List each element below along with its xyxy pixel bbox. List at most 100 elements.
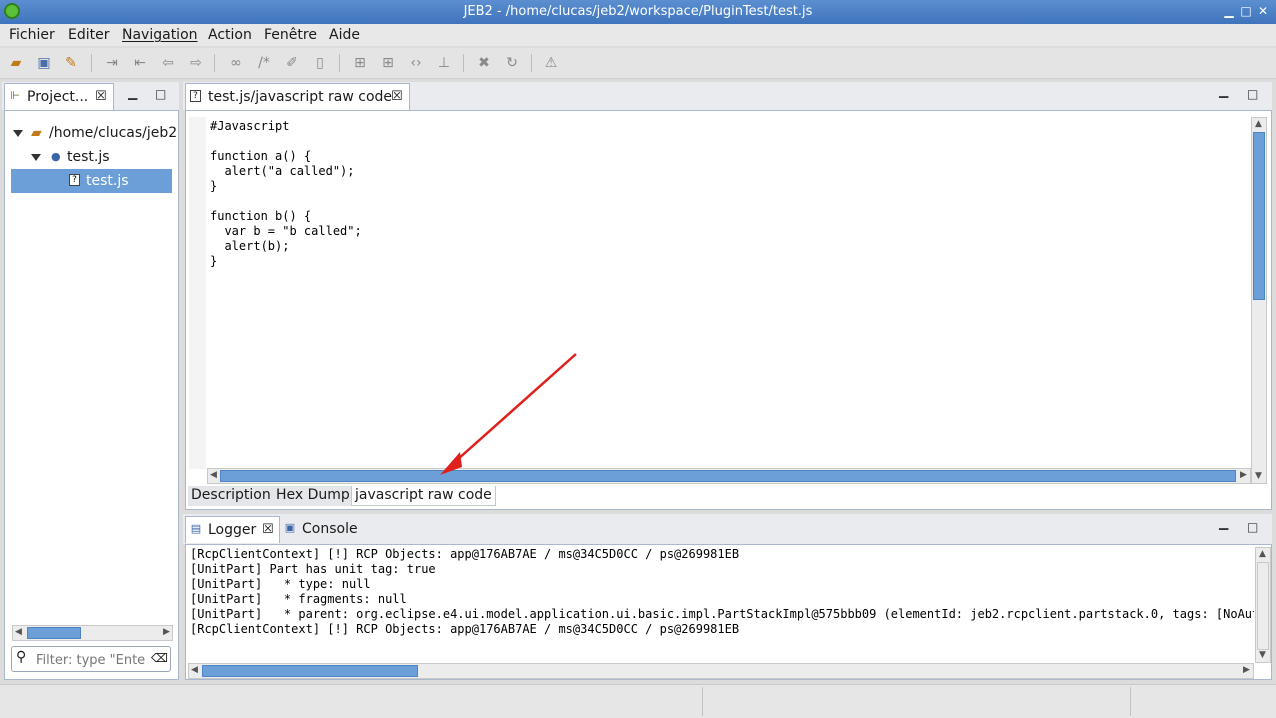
- expand-arrow-icon[interactable]: [31, 154, 41, 161]
- tab-description[interactable]: Description: [188, 486, 275, 506]
- tab-console[interactable]: ▣ Console: [280, 516, 360, 543]
- tab-javascript-raw-code[interactable]: javascript raw code: [351, 486, 496, 506]
- rename-icon[interactable]: ✐: [283, 54, 301, 72]
- delete-icon[interactable]: ✖: [475, 54, 493, 72]
- tree-icon[interactable]: ⊥: [435, 54, 453, 72]
- comment-icon[interactable]: /*: [255, 54, 273, 72]
- grid-icon[interactable]: ⊞: [351, 54, 369, 72]
- scroll-up-icon[interactable]: ▲: [1255, 119, 1262, 129]
- menu-navigation[interactable]: Navigation: [122, 27, 198, 43]
- status-divider: [702, 687, 703, 716]
- clear-filter-icon[interactable]: ⌫: [151, 651, 168, 665]
- close-tab-icon[interactable]: ☒: [391, 84, 403, 110]
- logger-icon: ▤: [190, 522, 202, 535]
- maximize-panel-icon[interactable]: □: [1247, 87, 1258, 101]
- annotation-arrow-line: [447, 353, 577, 469]
- project-tabbar: ⊩ Project... ☒ ▁ □: [2, 82, 179, 110]
- tree-item-label: test.js: [67, 149, 110, 165]
- scroll-thumb[interactable]: [220, 470, 1236, 482]
- tab-project-explorer[interactable]: ⊩ Project... ☒: [4, 83, 114, 110]
- log-text[interactable]: [RcpClientContext] [!] RCP Objects: app@…: [190, 547, 1254, 637]
- close-tab-icon[interactable]: ☒: [95, 84, 107, 110]
- editor-panel: #Javascript function a() { alert("a call…: [185, 110, 1272, 510]
- console-icon: ▣: [284, 521, 296, 534]
- title-bar: JEB2 - /home/clucas/jeb2/workspace/Plugi…: [0, 0, 1276, 24]
- forward-icon[interactable]: ⇨: [187, 54, 205, 72]
- minimize-panel-icon[interactable]: ▁: [1219, 516, 1228, 530]
- annotation-arrow: [440, 353, 577, 475]
- scroll-thumb[interactable]: [1257, 562, 1269, 650]
- filter-field[interactable]: ⚲ ⌫: [11, 646, 171, 672]
- code-vscrollbar[interactable]: ▲ ▼: [1251, 117, 1267, 484]
- scroll-left-icon[interactable]: ◀: [15, 627, 22, 637]
- tab-hex-dump[interactable]: Hex Dump: [273, 486, 354, 506]
- search-icon: ⚲: [16, 649, 27, 665]
- code-hscrollbar[interactable]: ◀ ▶: [207, 468, 1251, 484]
- scroll-thumb[interactable]: [27, 627, 81, 639]
- status-bar: [0, 684, 1276, 718]
- tab-editor[interactable]: ? test.js/javascript raw code ☒: [185, 83, 410, 110]
- project-tree-icon: ⊩: [10, 89, 20, 102]
- save-icon[interactable]: ▣: [35, 54, 53, 72]
- code-icon[interactable]: ‹›: [407, 54, 425, 72]
- toolbar-separator: [531, 54, 532, 72]
- project-hscrollbar[interactable]: ◀ ▶: [12, 625, 173, 641]
- scroll-thumb[interactable]: [1253, 132, 1265, 300]
- code-gutter: [189, 117, 206, 469]
- expand-arrow-icon[interactable]: [13, 130, 23, 137]
- tab-editor-label: test.js/javascript raw code: [208, 89, 393, 105]
- wrench-icon[interactable]: ✎: [62, 54, 80, 72]
- menu-bar: Fichier Editer Navigation Action Fenêtre…: [0, 24, 1276, 46]
- back-jump-icon[interactable]: ⇤: [131, 54, 149, 72]
- code-view[interactable]: #Javascript function a() { alert("a call…: [188, 117, 1268, 488]
- toolbar-separator: [339, 54, 340, 72]
- window-title: JEB2 - /home/clucas/jeb2/workspace/Plugi…: [463, 4, 813, 19]
- toolbar-separator: [91, 54, 92, 72]
- scroll-left-icon[interactable]: ◀: [191, 665, 198, 675]
- filter-input[interactable]: [34, 650, 148, 670]
- menu-editer[interactable]: Editer: [68, 27, 109, 43]
- warning-icon[interactable]: ⚠: [542, 54, 560, 72]
- minimize-panel-icon[interactable]: ▁: [1219, 84, 1228, 98]
- close-window-icon[interactable]: ✕: [1256, 4, 1270, 18]
- scroll-right-icon[interactable]: ▶: [1240, 470, 1247, 480]
- unit-dot-icon: ●: [51, 150, 61, 163]
- editor-tabbar: ? test.js/javascript raw code ☒ ▁ □: [183, 82, 1272, 110]
- tree-item-testjs-raw[interactable]: ? test.js: [11, 169, 172, 193]
- menu-fenetre[interactable]: Fenêtre: [264, 27, 317, 43]
- menu-fichier[interactable]: Fichier: [9, 27, 55, 43]
- maximize-window-icon[interactable]: □: [1239, 4, 1253, 18]
- scroll-down-icon[interactable]: ▼: [1259, 650, 1266, 660]
- project-panel: ▰ /home/clucas/jeb2 ● test.js ? test.js …: [4, 110, 179, 680]
- minimize-window-icon[interactable]: ▁: [1222, 4, 1236, 18]
- close-tab-icon[interactable]: ☒: [262, 517, 274, 543]
- unknown-file-icon: ?: [190, 90, 201, 102]
- scroll-up-icon[interactable]: ▲: [1259, 549, 1266, 559]
- open-folder-icon[interactable]: ▰: [7, 54, 25, 72]
- scroll-right-icon[interactable]: ▶: [1243, 665, 1250, 675]
- link-icon[interactable]: ∞: [227, 54, 245, 72]
- back-icon[interactable]: ⇦: [159, 54, 177, 72]
- menu-aide[interactable]: Aide: [329, 27, 360, 43]
- logger-tabbar: ▤ Logger ☒ ▣ Console ▁ □: [183, 514, 1272, 544]
- tab-project-label: Project...: [27, 89, 89, 105]
- log-hscrollbar[interactable]: ◀ ▶: [188, 663, 1254, 679]
- scroll-right-icon[interactable]: ▶: [163, 627, 170, 637]
- scroll-left-icon[interactable]: ◀: [210, 470, 217, 480]
- log-vscrollbar[interactable]: ▲ ▼: [1255, 547, 1271, 663]
- doc-icon[interactable]: ▯: [311, 54, 329, 72]
- tab-logger-label: Logger: [208, 522, 257, 538]
- scroll-down-icon[interactable]: ▼: [1255, 471, 1262, 481]
- log-view[interactable]: [RcpClientContext] [!] RCP Objects: app@…: [186, 545, 1254, 663]
- minimize-panel-icon[interactable]: ▁: [128, 86, 137, 100]
- grid2-icon[interactable]: ⊞: [379, 54, 397, 72]
- menu-action[interactable]: Action: [208, 27, 252, 43]
- jump-icon[interactable]: ⇥: [103, 54, 121, 72]
- maximize-panel-icon[interactable]: □: [155, 87, 166, 101]
- tab-logger[interactable]: ▤ Logger ☒: [185, 516, 280, 543]
- unknown-file-icon: ?: [69, 174, 80, 186]
- refresh-icon[interactable]: ↻: [503, 54, 521, 72]
- maximize-panel-icon[interactable]: □: [1247, 520, 1258, 534]
- scroll-thumb[interactable]: [202, 665, 418, 677]
- code-text[interactable]: #Javascript function a() { alert("a call…: [210, 119, 362, 269]
